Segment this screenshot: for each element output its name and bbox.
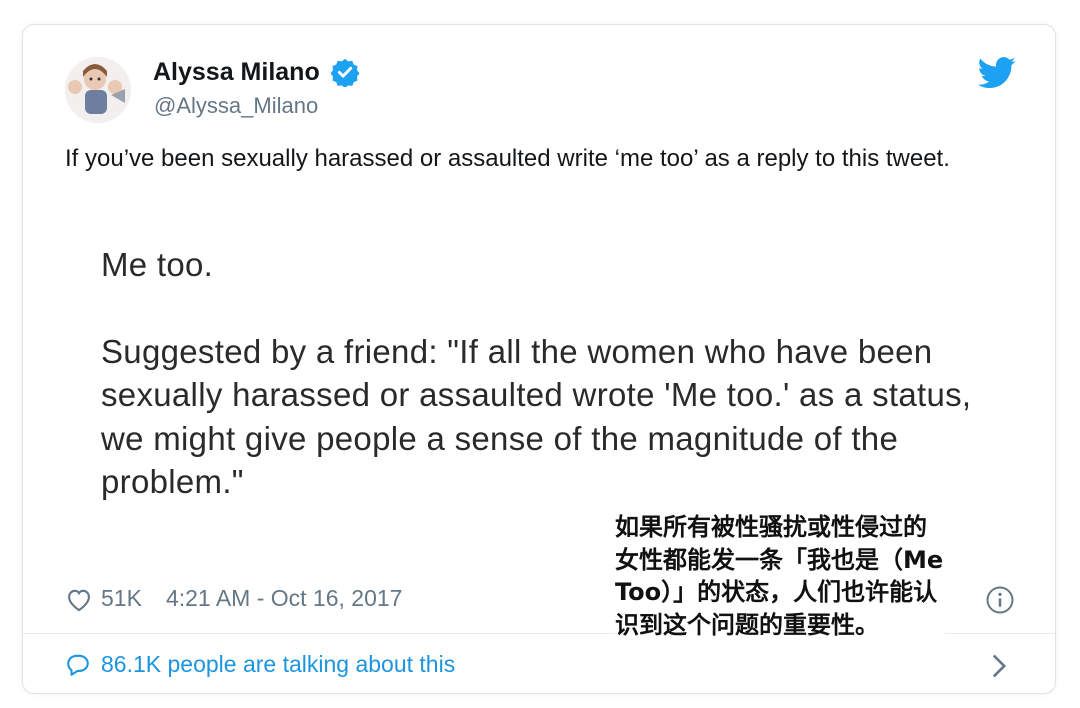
conversation-link[interactable]: 86.1K people are talking about this — [65, 651, 455, 678]
chevron-right-icon[interactable] — [991, 653, 1007, 679]
comment-bubble-icon — [67, 654, 89, 676]
avatar-illustration-icon — [65, 57, 131, 123]
heart-icon[interactable] — [65, 586, 93, 612]
avatar[interactable] — [65, 57, 131, 123]
embedded-status-image: Me too. Suggested by a friend: "If all t… — [101, 243, 1001, 504]
embedded-line-2: Suggested by a friend: "If all the women… — [101, 332, 972, 501]
talking-about-text[interactable]: 86.1K people are talking about this — [101, 651, 455, 678]
chinese-translation-caption: 如果所有被性骚扰或性侵过的女性都能发一条「我也是（Me Too）」的状态，人们也… — [615, 511, 945, 641]
verified-badge-icon — [330, 58, 360, 87]
like-count[interactable]: 51K — [101, 585, 142, 612]
author-handle[interactable]: @Alyssa_Milano — [154, 93, 318, 119]
tweet-timestamp[interactable]: 4:21 AM - Oct 16, 2017 — [166, 585, 403, 612]
tweet-card: Alyssa Milano @Alyssa_Milano If you’ve b… — [22, 24, 1056, 694]
twitter-bird-icon[interactable] — [977, 57, 1017, 89]
tweet-meta: 51K 4:21 AM - Oct 16, 2017 — [65, 585, 402, 612]
info-icon[interactable] — [985, 585, 1015, 615]
author-name-row[interactable]: Alyssa Milano — [153, 57, 360, 87]
embedded-line-1: Me too. — [101, 246, 214, 283]
author-name[interactable]: Alyssa Milano — [153, 58, 320, 87]
tweet-text: If you’ve been sexually harassed or assa… — [65, 145, 950, 172]
